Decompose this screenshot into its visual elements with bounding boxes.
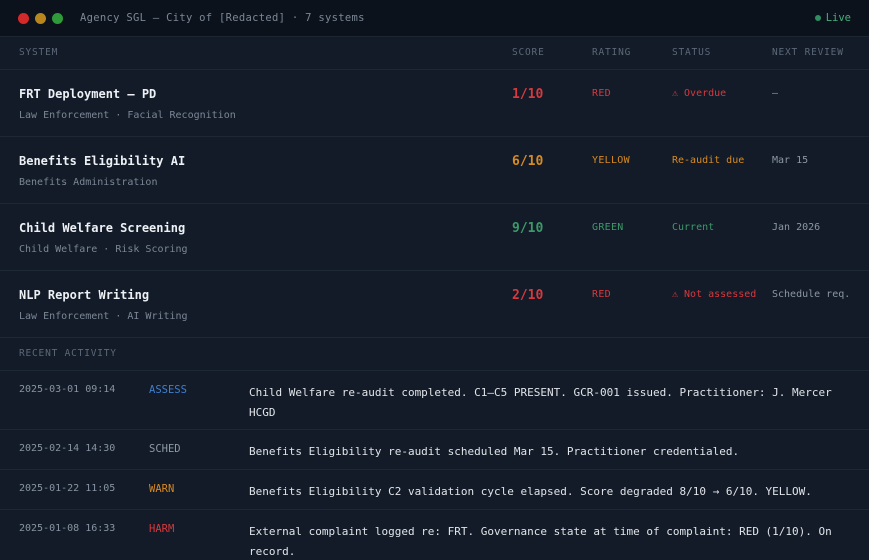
activity-timestamp: 2025-01-22 11:05: [19, 483, 116, 494]
activity-message: Child Welfare re-audit completed. C1–C5 …: [249, 386, 832, 419]
column-header-next-review[interactable]: NEXT REVIEW: [772, 47, 844, 58]
system-score: 6/10: [512, 154, 544, 169]
maximize-button[interactable]: [52, 12, 63, 24]
next-review-date: —: [772, 88, 779, 99]
status-text: ⚠ Overdue: [672, 88, 727, 99]
system-name: Child Welfare Screening: [19, 221, 186, 235]
section-title: RECENT ACTIVITY: [19, 348, 117, 359]
live-dot-icon: [814, 15, 821, 21]
table-row[interactable]: Benefits Eligibility AI Benefits Adminis…: [0, 137, 869, 204]
window-controls: [18, 12, 63, 24]
column-header-score[interactable]: SCORE: [512, 47, 545, 58]
activity-timestamp: 2025-03-01 09:14: [19, 384, 116, 395]
system-category: Law Enforcement · AI Writing: [19, 311, 188, 322]
minimize-button[interactable]: [35, 12, 46, 24]
activity-timestamp: 2025-01-08 16:33: [19, 523, 116, 534]
app-window: Agency SGL — City of [Redacted] · 7 syst…: [0, 0, 869, 560]
system-name: FRT Deployment — PD: [19, 87, 157, 101]
status-text: ⚠ Not assessed: [672, 289, 757, 300]
system-name: NLP Report Writing: [19, 288, 150, 302]
activity-message: Benefits Eligibility C2 validation cycle…: [249, 485, 812, 498]
rating-badge: GREEN: [592, 222, 624, 233]
table-row[interactable]: Child Welfare Screening Child Welfare · …: [0, 204, 869, 271]
system-category: Child Welfare · Risk Scoring: [19, 244, 188, 255]
activity-item[interactable]: 2025-01-08 16:33 HARM External complaint…: [0, 510, 869, 560]
activity-type: WARN: [149, 483, 175, 495]
rating-badge: RED: [592, 88, 611, 99]
recent-activity-header: RECENT ACTIVITY: [0, 338, 869, 371]
status-text: Re-audit due: [672, 155, 745, 166]
system-score: 1/10: [512, 87, 544, 102]
activity-type: SCHED: [149, 443, 181, 455]
activity-message: Benefits Eligibility re-audit scheduled …: [249, 445, 740, 458]
column-header-system[interactable]: SYSTEM: [19, 47, 58, 58]
close-button[interactable]: [18, 12, 29, 24]
table-header: SYSTEM SCORE RATING STATUS NEXT REVIEW: [0, 37, 869, 70]
column-header-rating[interactable]: RATING: [592, 47, 631, 58]
system-score: 9/10: [512, 221, 544, 236]
rating-badge: YELLOW: [592, 155, 630, 166]
rating-badge: RED: [592, 289, 611, 300]
next-review-date: Mar 15: [772, 155, 809, 166]
title-bar: Agency SGL — City of [Redacted] · 7 syst…: [0, 0, 869, 37]
system-score: 2/10: [512, 288, 544, 303]
column-header-status[interactable]: STATUS: [672, 47, 711, 58]
activity-type: ASSESS: [149, 384, 187, 396]
system-category: Law Enforcement · Facial Recognition: [19, 110, 236, 121]
window-title: Agency SGL — City of [Redacted] · 7 syst…: [80, 12, 365, 24]
table-row[interactable]: NLP Report Writing Law Enforcement · AI …: [0, 271, 869, 338]
activity-message: External complaint logged re: FRT. Gover…: [249, 525, 832, 558]
activity-type: HARM: [149, 523, 175, 535]
activity-item[interactable]: 2025-01-22 11:05 WARN Benefits Eligibili…: [0, 470, 869, 510]
table-row[interactable]: FRT Deployment — PD Law Enforcement · Fa…: [0, 70, 869, 137]
activity-item[interactable]: 2025-02-14 14:30 SCHED Benefits Eligibil…: [0, 430, 869, 470]
next-review-date: Schedule req.: [772, 289, 851, 300]
live-indicator: Live: [814, 12, 851, 24]
activity-timestamp: 2025-02-14 14:30: [19, 443, 116, 454]
system-name: Benefits Eligibility AI: [19, 154, 186, 168]
status-text: Current: [672, 222, 715, 233]
system-category: Benefits Administration: [19, 177, 158, 188]
activity-item[interactable]: 2025-03-01 09:14 ASSESS Child Welfare re…: [0, 371, 869, 430]
live-label: Live: [825, 12, 851, 24]
next-review-date: Jan 2026: [772, 222, 821, 233]
